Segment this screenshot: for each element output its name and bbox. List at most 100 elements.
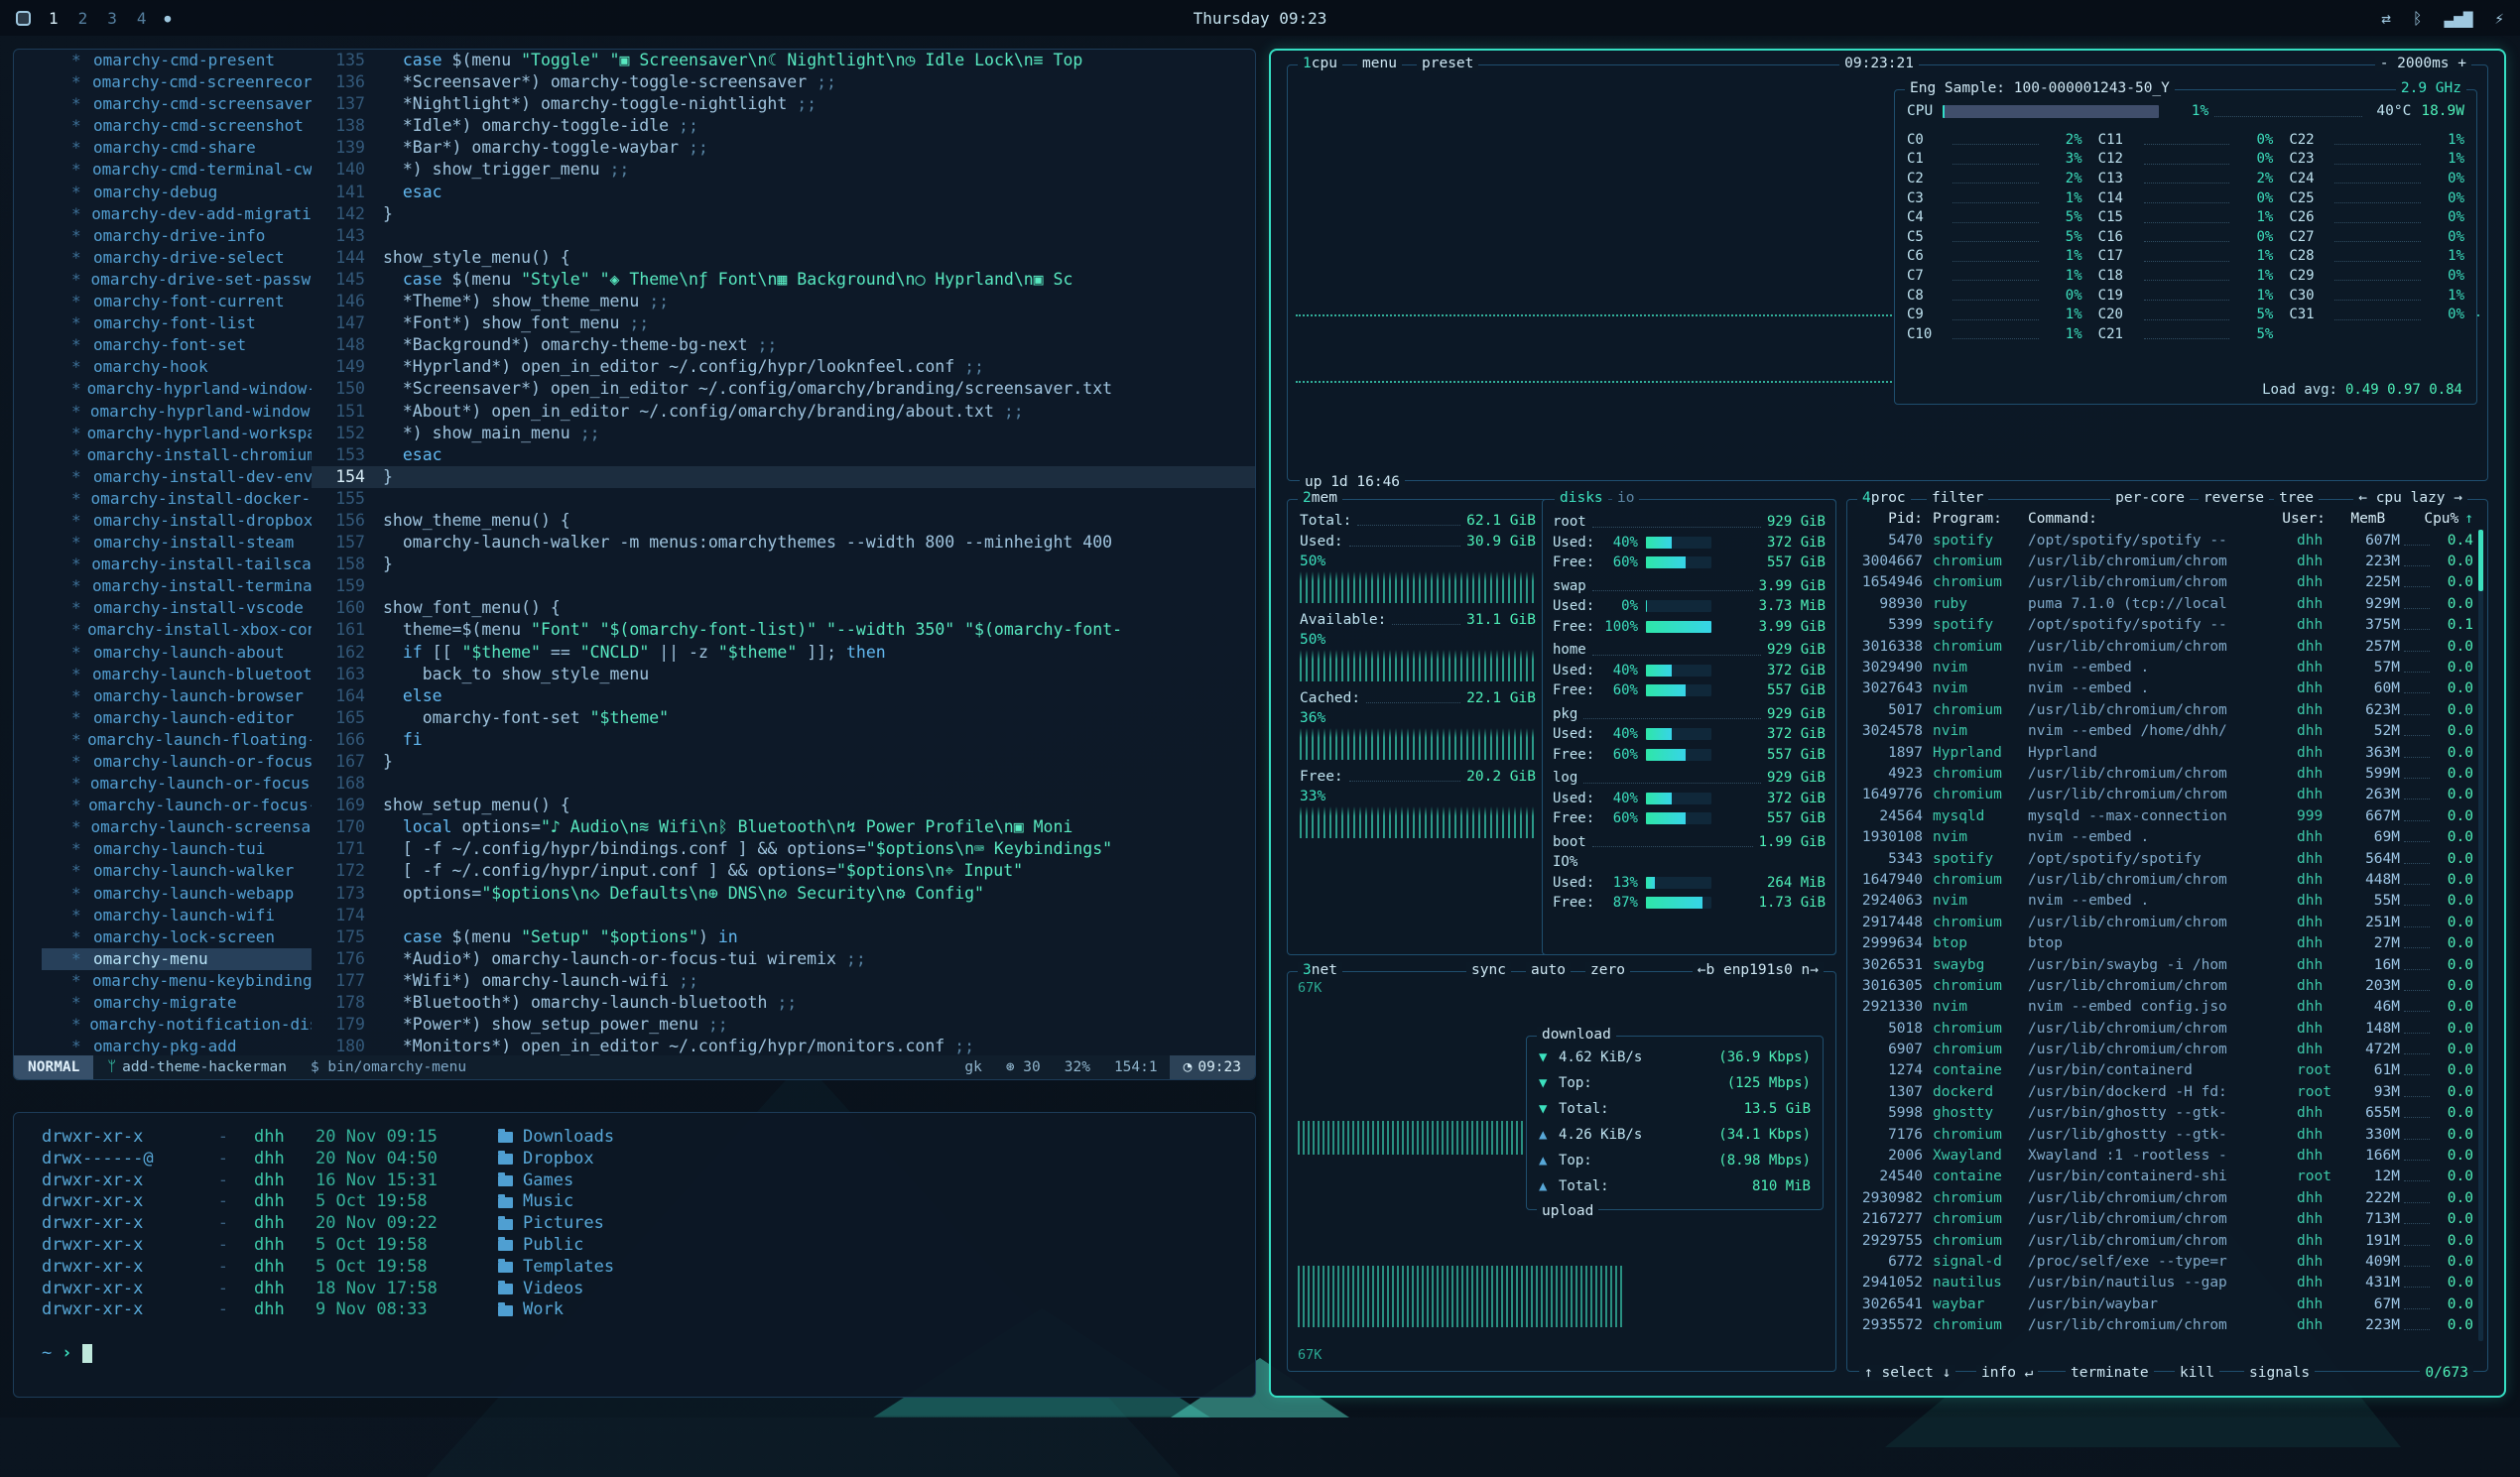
code-line[interactable]: 167 } (312, 751, 1255, 773)
process-row[interactable]: 3016305 chromium /usr/lib/chromium/chrom… (1857, 975, 2473, 996)
process-row[interactable]: 98930 ruby puma 7.1.0 (tcp://local dhh 9… (1857, 593, 2473, 614)
code-line[interactable]: 162 if [[ "$theme" == "CNCLD" || -z "$th… (312, 642, 1255, 664)
code-line[interactable]: 139 *Bar*) omarchy-toggle-waybar ;; (312, 137, 1255, 159)
tree-toggle[interactable]: tree (2274, 490, 2319, 506)
code-line[interactable]: 156 show_theme_menu() { (312, 510, 1255, 532)
process-row[interactable]: 7176 chromium /usr/lib/ghostty --gtk- dh… (1857, 1124, 2473, 1145)
header-memory[interactable]: MemB (2333, 511, 2385, 527)
file-tree-item[interactable]: * omarchy-install-terminal (71, 575, 312, 597)
process-row[interactable]: 2999634 btop btop dhh 27M 0.0 (1857, 932, 2473, 953)
code-line[interactable]: 152 *) show_main_menu ;; (312, 423, 1255, 444)
tab-disks[interactable]: disks (1555, 490, 1608, 506)
process-row[interactable]: 2006 Xwayland Xwayland :1 -rootless - dh… (1857, 1145, 2473, 1166)
code-line[interactable]: 165 omarchy-font-set "$theme" (312, 707, 1255, 729)
file-tree-item[interactable]: * omarchy-launch-screensaver (71, 816, 312, 838)
volume-levels-icon[interactable]: ▃▅▇ (2444, 9, 2472, 28)
file-tree-item[interactable]: * omarchy-launch-about (71, 642, 312, 664)
file-tree-item[interactable]: * omarchy-drive-set-password (71, 269, 312, 291)
file-tree-item[interactable]: * omarchy-launch-bluetooth (71, 664, 312, 685)
file-tree-item[interactable]: * omarchy-launch-wifi (71, 905, 312, 926)
code-line[interactable]: 147 *Font*) show_font_menu ;; (312, 312, 1255, 334)
process-row[interactable]: 2917448 chromium /usr/lib/chromium/chrom… (1857, 912, 2473, 932)
code-line[interactable]: 137 *Nightlight*) omarchy-toggle-nightli… (312, 93, 1255, 115)
terminal-window[interactable]: drwxr-xr-x - dhh 20 Nov 09:15 Downloads … (13, 1112, 1256, 1398)
file-tree-item[interactable]: * omarchy-launch-tui (71, 838, 312, 860)
code-line[interactable]: 138 *Idle*) omarchy-toggle-idle ;; (312, 115, 1255, 137)
code-line[interactable]: 144 show_style_menu() { (312, 247, 1255, 269)
file-tree-item[interactable]: * omarchy-hyprland-workspace-toggle (71, 423, 312, 444)
code-line[interactable]: 176 *Audio*) omarchy-launch-or-focus-tui… (312, 948, 1255, 970)
signals-button[interactable]: signals (2244, 1365, 2315, 1381)
memory-panel-title[interactable]: 2mem (1298, 490, 1342, 506)
code-line[interactable]: 161 theme=$(menu "Font" "$(omarchy-font-… (312, 619, 1255, 641)
info-button[interactable]: info ↵ (1976, 1365, 2038, 1381)
code-line[interactable]: 143 (312, 225, 1255, 247)
sort-direction-icon[interactable]: ↑ (2464, 511, 2473, 527)
process-row[interactable]: 5343 spotify /opt/spotify/spotify dhh 56… (1857, 848, 2473, 869)
process-row[interactable]: 24564 mysqld mysqld --max-connection 999… (1857, 805, 2473, 826)
process-row[interactable]: 2935572 chromium /usr/lib/chromium/chrom… (1857, 1314, 2473, 1335)
file-tree-item[interactable]: * omarchy-launch-browser (71, 685, 312, 707)
net-zero-tab[interactable]: zero (1585, 962, 1630, 978)
file-tree-item[interactable]: * omarchy-install-tailscale (71, 554, 312, 575)
kill-button[interactable]: kill (2175, 1365, 2219, 1381)
select-hint[interactable]: ↑ select ↓ (1859, 1365, 1955, 1381)
power-icon[interactable]: ⚡ (2494, 9, 2504, 28)
file-tree-item[interactable]: * omarchy-menu (42, 948, 312, 970)
update-interval-control[interactable]: - 2000ms + (2375, 56, 2471, 71)
code-line[interactable]: 166 fi (312, 729, 1255, 751)
code-line[interactable]: 173 options="$options\n◇ Defaults\n⊕ DNS… (312, 883, 1255, 905)
header-program[interactable]: Program: (1933, 511, 2020, 527)
process-scrollbar-thumb[interactable] (2478, 530, 2483, 591)
code-line[interactable]: 157 omarchy-launch-walker -m menus:omarc… (312, 532, 1255, 554)
file-tree-item[interactable]: * omarchy-cmd-terminal-cwd (71, 159, 312, 181)
bluetooth-icon[interactable]: ᛒ (2413, 9, 2423, 28)
process-row[interactable]: 24540 containe /usr/bin/containerd-shi r… (1857, 1167, 2473, 1187)
code-line[interactable]: 146 *Theme*) show_theme_menu ;; (312, 291, 1255, 312)
file-tree-item[interactable]: * omarchy-dev-add-migration (71, 203, 312, 225)
file-tree-item[interactable]: * omarchy-menu-keybindings (71, 970, 312, 992)
code-line[interactable]: 159 (312, 575, 1255, 597)
header-pid[interactable]: Pid: (1857, 511, 1923, 527)
process-row[interactable]: 3004667 chromium /usr/lib/chromium/chrom… (1857, 551, 2473, 571)
code-line[interactable]: 142 } (312, 203, 1255, 225)
process-row[interactable]: 6772 signal-d /proc/self/exe --type=r dh… (1857, 1251, 2473, 1272)
process-row[interactable]: 5017 chromium /usr/lib/chromium/chrom dh… (1857, 699, 2473, 720)
code-line[interactable]: 151 *About*) open_in_editor ~/.config/om… (312, 401, 1255, 423)
file-tree-item[interactable]: * omarchy-launch-or-focus-webapp (71, 795, 312, 816)
file-tree-item[interactable]: * omarchy-install-chromium-google-a (71, 444, 312, 466)
process-row[interactable]: 2929755 chromium /usr/lib/chromium/chrom… (1857, 1230, 2473, 1251)
header-cpu[interactable]: Cpu% (2419, 511, 2458, 527)
process-panel-title[interactable]: 4proc (1857, 490, 1911, 506)
code-line[interactable]: 154 } (312, 466, 1255, 488)
network-panel-title[interactable]: 3net (1298, 962, 1342, 978)
process-row[interactable]: 1897 Hyprland Hyprland dhh 363M 0.0 (1857, 742, 2473, 763)
code-line[interactable]: 177 *Wifi*) omarchy-launch-wifi ;; (312, 970, 1255, 992)
process-row[interactable]: 2921330 nvim nvim --embed config.jso dhh… (1857, 997, 2473, 1018)
file-tree-item[interactable]: * omarchy-font-set (71, 334, 312, 356)
file-tree-item[interactable]: * omarchy-hook (71, 356, 312, 378)
file-tree-item[interactable]: * omarchy-font-list (71, 312, 312, 334)
process-row[interactable]: 1307 dockerd /usr/bin/dockerd -H fd: roo… (1857, 1081, 2473, 1102)
process-row[interactable]: 3016338 chromium /usr/lib/chromium/chrom… (1857, 636, 2473, 657)
code-line[interactable]: 158 } (312, 554, 1255, 575)
file-tree-item[interactable]: * omarchy-drive-info (71, 225, 312, 247)
process-row[interactable]: 6907 chromium /usr/lib/chromium/chrom dh… (1857, 1039, 2473, 1059)
code-line[interactable]: 180 *Monitors*) open_in_editor ~/.config… (312, 1036, 1255, 1055)
process-row[interactable]: 5998 ghostty /usr/bin/ghostty --gtk- dhh… (1857, 1103, 2473, 1124)
code-line[interactable]: 135 case $(menu "Toggle" "▣ Screensaver\… (312, 50, 1255, 71)
shell-prompt[interactable]: ~ › (42, 1343, 1255, 1363)
workspace-button[interactable]: 2 (78, 9, 88, 28)
process-row[interactable]: 2930982 chromium /usr/lib/chromium/chrom… (1857, 1187, 2473, 1208)
process-scrollbar[interactable] (2478, 530, 2483, 1341)
code-line[interactable]: 149 *Hyprland*) open_in_editor ~/.config… (312, 356, 1255, 378)
process-row[interactable]: 5399 spotify /opt/spotify/spotify -- dhh… (1857, 615, 2473, 636)
code-line[interactable]: 148 *Background*) omarchy-theme-bg-next … (312, 334, 1255, 356)
code-pane[interactable]: 135 case $(menu "Toggle" "▣ Screensaver\… (312, 50, 1255, 1055)
process-row[interactable]: 2167277 chromium /usr/lib/chromium/chrom… (1857, 1209, 2473, 1230)
code-line[interactable]: 174 (312, 905, 1255, 926)
code-line[interactable]: 179 *Power*) show_setup_power_menu ;; (312, 1014, 1255, 1036)
file-tree-item[interactable]: * omarchy-hyprland-window-pop (71, 401, 312, 423)
process-row[interactable]: 3027643 nvim nvim --embed . dhh 60M 0.0 (1857, 678, 2473, 699)
process-row[interactable]: 1649776 chromium /usr/lib/chromium/chrom… (1857, 785, 2473, 805)
